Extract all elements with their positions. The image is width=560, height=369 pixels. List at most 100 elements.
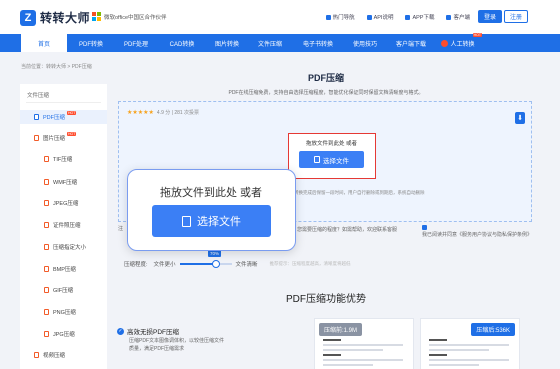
sidebar-item-label: 压缩指定大小 [53,245,87,251]
video-icon [34,352,39,358]
file-icon [44,200,49,206]
download-icon [446,14,452,20]
nav-manual-convert-label: 人工转换 [450,41,475,48]
page-title: PDF压缩 [307,73,344,83]
sidebar-item-label: BMP压缩 [53,267,76,273]
page-description: PDF在线压缩免费，支持自由选择压缩程度，智能优化保证同时保留文档清晰度与格式。 [228,90,424,96]
nav-home[interactable]: 首页 [21,34,67,52]
compression-slider-row: 压缩程度: 文件更小 70% 文件清晰 推荐提示：压缩程度越高，清晰度将越低 [124,250,351,268]
before-card: 压缩前:1.9M [314,318,414,369]
nav-cad-convert[interactable]: CAD转换 [163,34,201,52]
nav-pdf-convert[interactable]: PDF转换 [73,34,109,52]
file-icon [44,179,49,185]
login-button[interactable]: 登录 [478,10,502,23]
sidebar-divider [26,102,101,103]
nav-ebook-convert[interactable]: 电子书转换 [296,34,340,52]
home-icon [325,14,331,20]
file-icon [44,156,49,162]
nav-client-download[interactable]: 客户端下载 [388,34,434,52]
sidebar-item-label: TIF压缩 [53,157,73,163]
sidebar-item-jpg[interactable]: JPG压缩 [20,327,107,341]
star-icons: ★★★★★ [127,110,154,116]
image-icon [34,135,39,141]
sidebar-item-label: JPG压缩 [53,332,75,338]
sidebar-item-id-photo[interactable]: 证件照压缩 [20,218,107,232]
sidebar-item-pdf-compress[interactable]: PDF压缩 HOT [20,110,107,124]
sidebar-item-label: 图片压缩 [43,136,66,142]
site-logo[interactable]: Z 转转大师 [20,9,90,26]
after-tag: 压缩后:536K [471,323,515,336]
register-button[interactable]: 注册 [504,10,528,23]
compression-slider[interactable]: 70% [179,250,232,268]
sidebar-item-video-compress[interactable]: 视频压缩 [20,348,107,362]
retention-note: 转换完成后保留一段时间，用户自行删除或到期后，系统自动删除 [294,190,425,195]
nav-pdf-process[interactable]: PDF处理 [118,34,154,52]
sidebar-item-label: PNG压缩 [53,310,76,316]
main-nav: 首页 PDF转换 PDF处理 CAD转换 图片转换 文件压缩 电子书转换 使用技… [0,33,560,52]
sidebar-item-image-compress[interactable]: 图片压缩 HOT [20,131,107,145]
sidebar-item-label: 视频压缩 [43,353,66,359]
sidebar-item-tif[interactable]: TIF压缩 [20,152,107,166]
partner-text: 微软office中国区合作伙伴 [104,14,167,21]
top-header: Z 转转大师 微软office中国区合作伙伴 热门导航 API说明 APP下载 … [0,0,560,34]
windows-icon [92,12,101,21]
breadcrumb: 当前位置：转转大师 > PDF压缩 [21,64,92,70]
file-plus-icon [182,215,191,227]
select-file-button[interactable]: 选择文件 [299,151,364,168]
advantages-title: PDF压缩功能优势 [286,294,366,305]
drop-text: 拖放文件到此处 或者 [305,141,358,147]
top-link-app[interactable]: APP下载 [405,13,434,21]
slider-handle[interactable] [211,260,220,268]
top-link-api[interactable]: API说明 [366,13,393,21]
sidebar-item-png[interactable]: PNG压缩 [20,305,107,319]
sidebar-item-label: 证件照压缩 [53,223,81,229]
slider-left-label: 文件更小 [153,262,176,268]
hot-badge: HOT [67,132,77,136]
top-link-nav[interactable]: 热门导航 [325,13,355,21]
sidebar-item-bmp[interactable]: BMP压缩 [20,262,107,276]
sidebar-item-target-size[interactable]: 压缩指定大小 [20,240,107,254]
slider-value: 70% [207,250,221,257]
after-card: 压缩后:536K [420,318,520,369]
highlight-frame: 拖放文件到此处 或者 选择文件 [288,133,376,179]
nav-image-convert[interactable]: 图片转换 [209,34,245,52]
agreement[interactable]: 我已阅读并同意《服务用户协议与隐私保护条例》 [422,225,540,238]
file-icon [44,309,49,315]
feature-title: ✓ 高效无损PDF压缩 [117,326,179,336]
download-icon[interactable]: ⬇ [515,112,525,124]
file-icon [44,266,49,272]
hot-badge: HOT [472,33,482,37]
document-preview [323,339,403,369]
before-tag: 压缩前:1.9M [319,323,363,336]
nav-manual-convert[interactable]: 人工转换 HOT [432,33,484,52]
popup-select-file-button[interactable]: 选择文件 [152,205,271,237]
rating-text: 4.9 分 | 281 次投票 [156,110,200,116]
feature-title-text: 高效无损PDF压缩 [127,329,179,336]
agree-checkbox[interactable] [422,225,427,231]
sidebar-item-gif[interactable]: GIF压缩 [20,283,107,297]
check-circle-icon: ✓ [117,327,124,335]
zoom-callout: 拖放文件到此处 或者 选择文件 [127,169,296,251]
slider-label: 压缩程度: [124,262,148,268]
slider-fill [179,263,216,265]
popup-drop-text: 拖放文件到此处 或者 [159,187,263,199]
slider-hint: 推荐提示：压缩程度越高，清晰度将越低 [269,261,351,266]
partner-badge: 微软office中国区合作伙伴 [92,12,167,21]
sidebar-item-jpeg[interactable]: JPEG压缩 [20,196,107,210]
sidebar-heading: 文件压缩 [27,93,50,99]
top-links: 热门导航 API说明 APP下载 客户端 [325,13,470,21]
document-preview [429,339,509,369]
agreement-text: 我已阅读并同意《服务用户协议与隐私保护条例》 [422,232,533,238]
hot-badge: HOT [67,111,77,115]
popup-select-file-label: 选择文件 [197,216,241,228]
nav-file-compress[interactable]: 文件压缩 [252,34,288,52]
sidebar-item-label: JPEG压缩 [53,201,79,207]
manual-convert-icon [441,39,449,47]
top-link-client[interactable]: 客户端 [446,13,470,21]
sidebar-item-label: WMF压缩 [53,180,78,186]
slider-right-label: 文件清晰 [235,262,258,268]
rating: ★★★★★ 4.9 分 | 281 次投票 [127,109,199,116]
note-prefix: 注 [118,226,124,232]
sidebar-item-wmf[interactable]: WMF压缩 [20,175,107,189]
nav-tips[interactable]: 使用技巧 [347,34,383,52]
